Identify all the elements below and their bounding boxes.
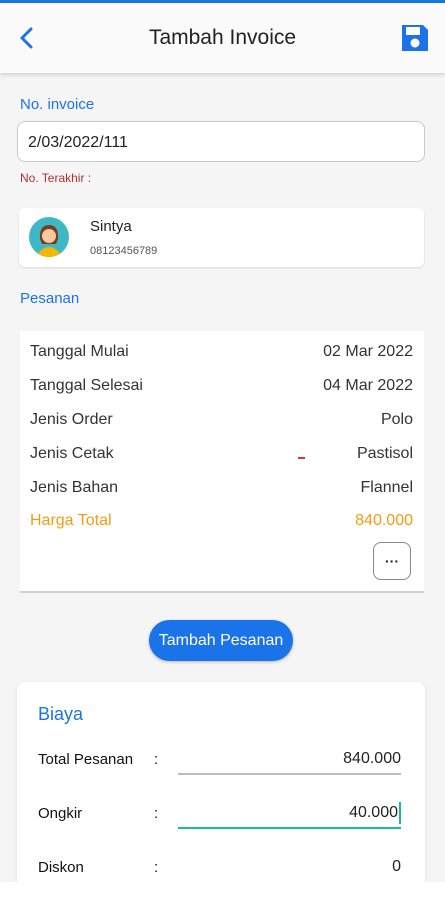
text-cursor	[399, 801, 401, 824]
customer-phone: 08123456789	[90, 245, 158, 257]
order-row-value: 02 Mar 2022	[323, 343, 413, 360]
cost-card: Biaya Total Pesanan : 840.000 Ongkir : 4…	[17, 682, 425, 900]
add-order-button[interactable]: Tambah Pesanan	[149, 620, 293, 661]
order-row-value: Pastisol	[356, 445, 413, 462]
cost-label: Total Pesanan	[38, 751, 134, 768]
floppy-disk-icon	[402, 25, 428, 51]
cost-row-total-order: Total Pesanan : 840.000	[38, 745, 421, 775]
back-button[interactable]	[14, 25, 40, 51]
more-options-button[interactable]: ···	[373, 542, 411, 580]
order-card: Tanggal Mulai 02 Mar 2022 Tanggal Selesa…	[20, 331, 424, 593]
order-row: Jenis Cetak Pastisol	[30, 445, 413, 463]
total-order-field[interactable]: 840.000	[178, 745, 401, 775]
app-bar: Tambah Invoice	[0, 3, 445, 73]
customer-name: Sintya	[90, 218, 132, 235]
order-row-value: Flannel	[360, 479, 413, 496]
last-number-label: No. Terakhir :	[20, 171, 92, 185]
order-row: Jenis Order Polo	[30, 411, 413, 429]
cost-title: Biaya	[38, 704, 84, 724]
save-button[interactable]	[399, 22, 431, 54]
order-row-value: Polo	[380, 411, 413, 428]
cost-colon: :	[154, 751, 159, 768]
cost-colon: :	[154, 805, 159, 822]
cost-row-shipping: Ongkir : 40.000	[38, 799, 421, 829]
page-title: Tambah Invoice	[148, 26, 297, 49]
order-row: Jenis Bahan Flannel	[30, 479, 413, 497]
cost-label: Diskon	[38, 859, 84, 876]
invoice-number-label: No. invoice	[20, 96, 95, 113]
order-row-label: Tanggal Mulai	[30, 343, 129, 360]
stray-mark	[298, 457, 305, 459]
invoice-number-input[interactable]: 2/03/2022/111	[17, 121, 425, 162]
order-row-value: 04 Mar 2022	[323, 377, 413, 394]
customer-card[interactable]: Sintya 08123456789	[19, 208, 424, 267]
chevron-left-icon	[20, 27, 33, 49]
cost-colon: :	[154, 859, 159, 876]
order-row: Tanggal Mulai 02 Mar 2022	[30, 343, 413, 361]
bottom-strip	[0, 882, 445, 900]
order-row-label: Tanggal Selesai	[30, 377, 143, 394]
order-total-value: 840.000	[355, 512, 413, 529]
order-row-label: Jenis Cetak	[30, 445, 114, 462]
order-row-label: Jenis Bahan	[30, 479, 119, 496]
order-row-label: Jenis Order	[30, 411, 113, 428]
shipping-field[interactable]: 40.000	[178, 799, 401, 829]
cost-row-discount: Diskon : 0	[38, 853, 421, 883]
order-total-row: Harga Total 840.000	[30, 512, 413, 530]
order-row: Tanggal Selesai 04 Mar 2022	[30, 377, 413, 395]
orders-section-label: Pesanan	[20, 290, 80, 307]
female-avatar-icon	[29, 217, 69, 257]
shipping-value: 40.000	[349, 804, 398, 821]
cost-label: Ongkir	[38, 805, 83, 822]
order-total-label: Harga Total	[30, 512, 112, 529]
discount-field[interactable]: 0	[178, 853, 401, 883]
